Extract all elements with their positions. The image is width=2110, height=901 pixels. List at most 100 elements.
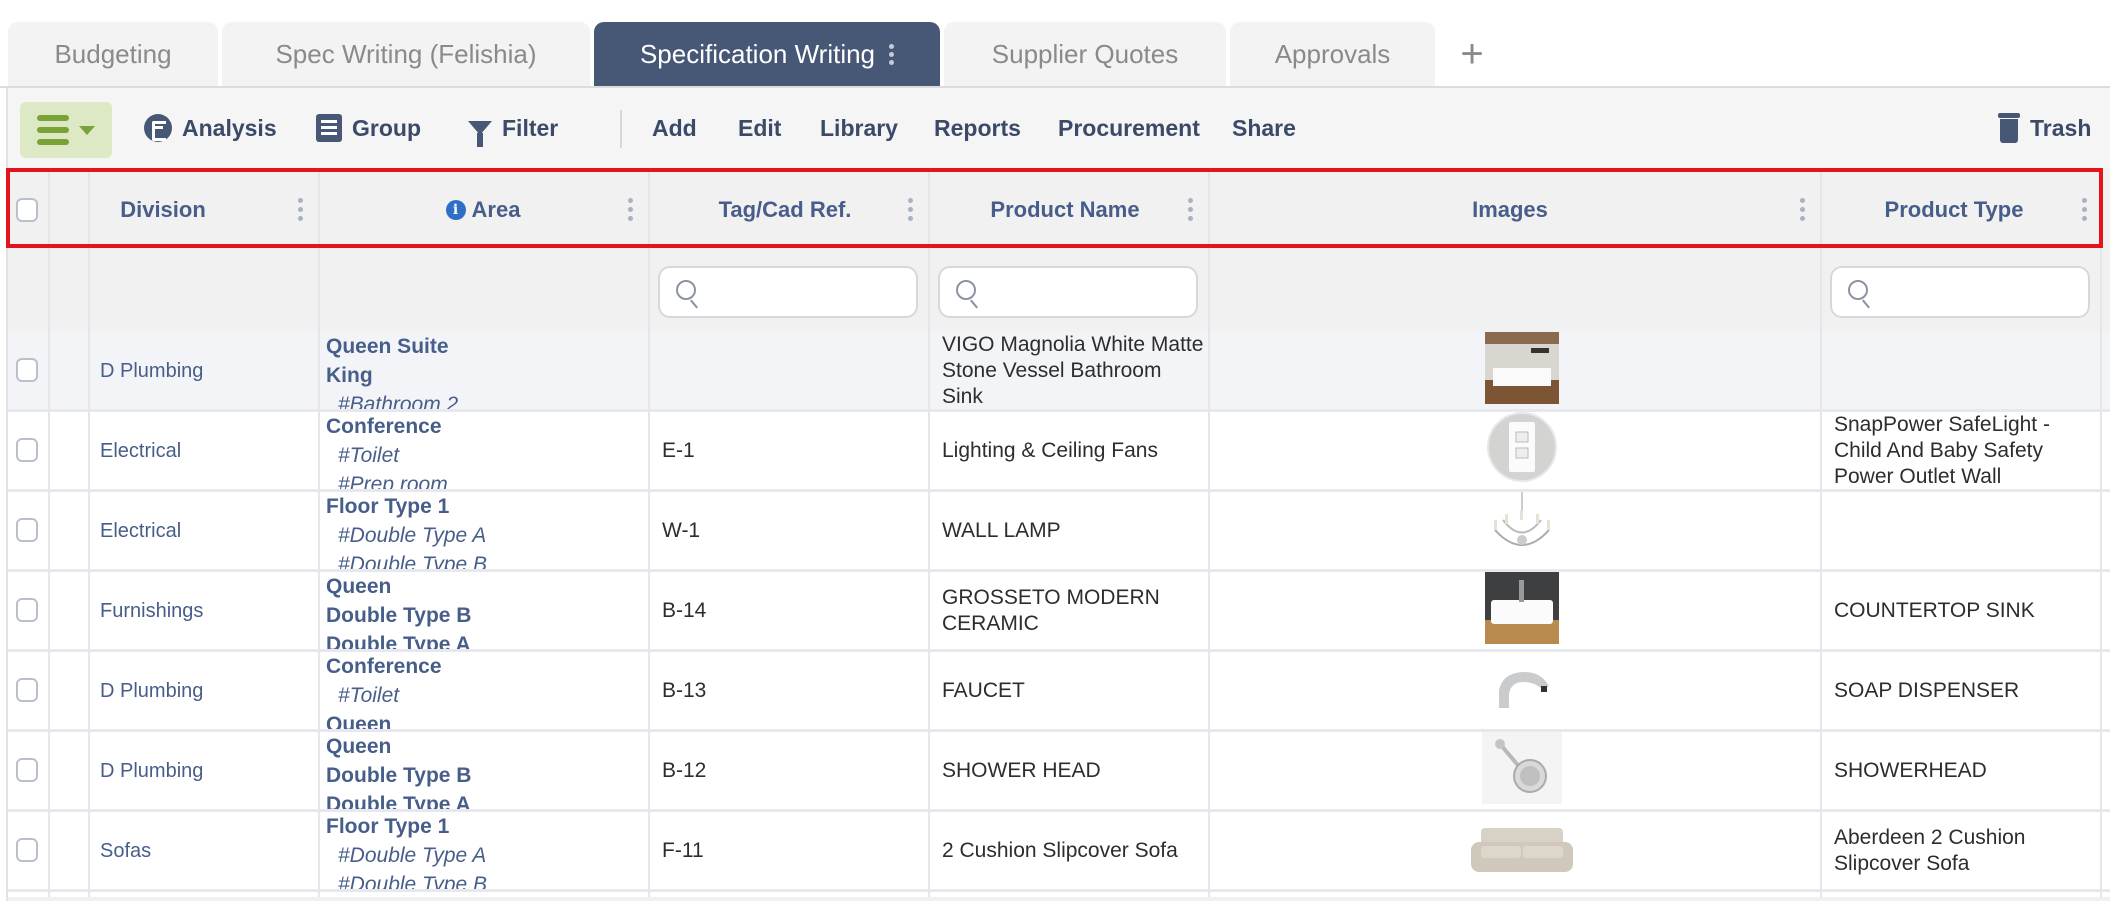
info-icon[interactable]: i — [445, 200, 466, 220]
trash-button[interactable]: Trash — [1998, 108, 2091, 148]
countertop-sink-thumbnail[interactable] — [1485, 572, 1559, 649]
product-name-cell[interactable]: GROSSETO MODERN CERAMIC — [942, 572, 1204, 649]
filter-button[interactable]: Filter — [468, 108, 558, 148]
product-name-cell[interactable]: 2 Cushion Slipcover Sofa — [942, 812, 1204, 889]
select-all-checkbox[interactable] — [16, 198, 38, 222]
product-type-cell[interactable] — [1834, 332, 2096, 409]
area-cell[interactable]: Floor Type 1 #Double Type A #Double Type B — [326, 812, 642, 889]
row-checkbox[interactable] — [16, 598, 38, 622]
division-cell[interactable]: D Plumbing — [100, 332, 310, 409]
tag-cell[interactable]: B-13 — [662, 652, 922, 729]
product-type-cell[interactable] — [1834, 492, 2096, 569]
tag-cell[interactable]: W-1 — [662, 492, 922, 569]
tag-cell[interactable]: F-11 — [662, 812, 922, 889]
area-cell[interactable]: Queen Double Type B Double Type A — [326, 572, 642, 649]
division-cell[interactable]: Electrical — [100, 412, 310, 489]
reports-button[interactable]: Reports — [934, 108, 1021, 148]
group-button[interactable]: Group — [316, 108, 421, 148]
product-type-cell[interactable]: SOAP DISPENSER — [1834, 652, 2096, 729]
share-button[interactable]: Share — [1232, 108, 1296, 148]
product-type-filter-search[interactable] — [1830, 266, 2090, 318]
row-checkbox[interactable] — [16, 438, 38, 462]
procurement-button[interactable]: Procurement — [1058, 108, 1200, 148]
product-type-filter-input[interactable] — [1878, 276, 2078, 310]
row-checkbox[interactable] — [16, 758, 38, 782]
tab-spec-writing-felishia[interactable]: Spec Writing (Felishia) — [222, 22, 590, 87]
table-row[interactable]: Furnishings Queen Double Type B Double Type… — [8, 572, 2110, 652]
image-cell[interactable] — [1210, 732, 1818, 809]
row-checkbox[interactable] — [16, 358, 38, 382]
column-header-area[interactable]: i Area — [318, 168, 648, 252]
area-cell[interactable]: Conference #Toilet #Prep room — [326, 412, 642, 489]
image-cell[interactable] — [1210, 572, 1818, 649]
tab-specification-writing[interactable]: Specification Writing — [594, 22, 940, 87]
image-cell[interactable] — [1210, 652, 1818, 729]
image-cell[interactable] — [1210, 492, 1818, 569]
tab-options-icon[interactable] — [889, 44, 895, 65]
product-type-cell[interactable]: Aberdeen 2 Cushion Slipcover Sofa — [1834, 812, 2096, 889]
edit-button[interactable]: Edit — [738, 108, 781, 148]
outlet-cover-thumbnail[interactable] — [1485, 412, 1559, 489]
image-cell[interactable] — [1210, 412, 1818, 489]
tab-supplier-quotes[interactable]: Supplier Quotes — [944, 22, 1226, 87]
tag-column-menu-icon[interactable] — [908, 198, 913, 221]
column-header-images[interactable]: Images — [1210, 168, 1810, 252]
area-column-menu-icon[interactable] — [628, 198, 633, 221]
tab-budgeting[interactable]: Budgeting — [8, 22, 218, 87]
column-header-product-name[interactable]: Product Name — [930, 168, 1200, 252]
column-header-tag-cad-ref[interactable]: Tag/Cad Ref. — [650, 168, 920, 252]
product-name-cell[interactable]: SHOWER HEAD — [942, 732, 1204, 809]
product-name-column-menu-icon[interactable] — [1188, 198, 1193, 221]
division-cell[interactable]: D Plumbing — [100, 652, 310, 729]
image-cell[interactable] — [1210, 812, 1818, 889]
image-cell[interactable] — [1210, 332, 1818, 409]
area-cell[interactable]: Queen Double Type B Double Type A — [326, 732, 642, 809]
table-row[interactable]: D Plumbing Conference #Toilet Queen B-13 FAUC… — [8, 652, 2110, 732]
column-header-division[interactable]: Division — [88, 168, 238, 252]
product-name-cell[interactable]: WALL LAMP — [942, 492, 1204, 569]
row-checkbox[interactable] — [16, 518, 38, 542]
tag-cell[interactable]: B-12 — [662, 732, 922, 809]
table-row[interactable]: Sofas Floor Type 1 #Double Type A #Double T… — [8, 812, 2110, 892]
soap-dispenser-thumbnail[interactable] — [1485, 652, 1559, 729]
table-row[interactable]: Electrical Floor Type 1 #Double Type A #Dou… — [8, 492, 2110, 572]
division-cell[interactable]: Furnishings — [100, 572, 310, 649]
row-checkbox[interactable] — [16, 678, 38, 702]
row-checkbox[interactable] — [16, 838, 38, 862]
analysis-button[interactable]: Analysis — [144, 108, 277, 148]
library-button[interactable]: Library — [820, 108, 898, 148]
area-cell[interactable]: Floor Type 1 #Double Type A #Double Type B — [326, 492, 642, 569]
tab-approvals[interactable]: Approvals — [1230, 22, 1435, 87]
sofa-thumbnail[interactable] — [1467, 812, 1577, 889]
area-cell[interactable]: Queen Suite King #Bathroom 2 — [326, 332, 642, 409]
add-tab-button[interactable]: + — [1452, 30, 1492, 78]
images-column-menu-icon[interactable] — [1800, 198, 1805, 221]
division-column-menu-icon[interactable] — [298, 198, 303, 221]
product-type-cell[interactable]: SnapPower SafeLight - Child And Baby Saf… — [1834, 412, 2096, 489]
view-menu-button[interactable] — [20, 102, 112, 158]
product-name-cell[interactable]: VIGO Magnolia White Matte Stone Vessel B… — [942, 332, 1204, 409]
division-cell[interactable]: Sofas — [100, 812, 310, 889]
table-row[interactable]: Electrical Conference #Toilet #Prep room E-1… — [8, 412, 2110, 492]
vessel-sink-thumbnail[interactable] — [1485, 332, 1559, 409]
product-name-cell[interactable]: FAUCET — [942, 652, 1204, 729]
tag-cell[interactable]: E-1 — [662, 412, 922, 489]
area-cell[interactable]: Conference #Toilet Queen — [326, 652, 642, 729]
division-cell[interactable]: D Plumbing — [100, 732, 310, 809]
product-type-cell[interactable]: SHOWERHEAD — [1834, 732, 2096, 809]
chandelier-thumbnail[interactable] — [1485, 492, 1559, 569]
tag-filter-search[interactable] — [658, 266, 918, 318]
column-header-product-type[interactable]: Product Type — [1822, 168, 2086, 252]
shower-head-thumbnail[interactable] — [1482, 732, 1562, 809]
division-cell[interactable]: Electrical — [100, 492, 310, 569]
product-type-column-menu-icon[interactable] — [2082, 198, 2087, 221]
add-button[interactable]: Add — [652, 108, 697, 148]
table-row[interactable]: D Plumbing Queen Suite King #Bathroom 2 VIGO… — [8, 332, 2110, 412]
tag-filter-input[interactable] — [706, 276, 906, 310]
product-name-filter-input[interactable] — [986, 276, 1186, 310]
product-type-cell[interactable]: COUNTERTOP SINK — [1834, 572, 2096, 649]
product-name-filter-search[interactable] — [938, 266, 1198, 318]
tag-cell[interactable] — [662, 332, 922, 409]
table-row[interactable]: D Plumbing Queen Double Type B Double Type … — [8, 732, 2110, 812]
product-name-cell[interactable]: Lighting & Ceiling Fans — [942, 412, 1204, 489]
